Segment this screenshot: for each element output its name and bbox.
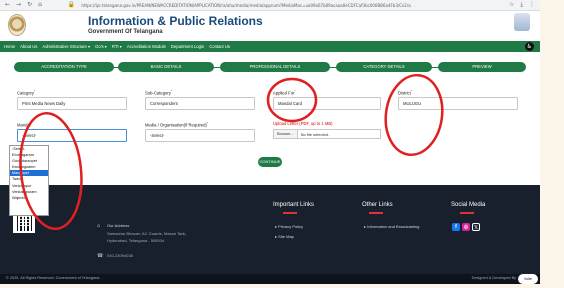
site-header: Information & Public Relations Governmen…	[0, 11, 540, 41]
wizard-tabs: ACCREDITATION TYPE BASIC DETAILS PROFESS…	[14, 62, 526, 72]
social-media-title: Social Media	[451, 202, 486, 208]
category-label: Category*	[17, 89, 36, 96]
accessibility-icon[interactable]: ♿	[525, 42, 534, 51]
social-media-underline	[460, 212, 474, 214]
site-map-link[interactable]: ▸ Site Map	[275, 234, 294, 239]
upload-letter-label: Upload Letter (PDF, up to 1 MB)	[273, 121, 333, 126]
home-icon[interactable]: ⌂	[38, 2, 42, 8]
nav-contact-us[interactable]: Contact Us	[209, 44, 230, 49]
subcategory-label: Sub-Category*	[145, 89, 173, 96]
nav-administrative-structure[interactable]: Administrative Structure ▾	[42, 44, 90, 49]
privacy-policy-link[interactable]: ▸ Privacy Policy	[275, 224, 303, 229]
copyright-text: © 2025. All Rights Reserved. Government …	[6, 276, 101, 280]
x-icon[interactable]: 𝕏	[472, 223, 480, 231]
applied-for-label: Applied For*	[273, 89, 296, 96]
address-line: Samachar Bhavan, AC Guards, Masab Tank,	[107, 231, 187, 236]
continue-button[interactable]: CONTINUE	[258, 157, 282, 167]
bookmark-star-icon[interactable]: ☆	[509, 2, 514, 8]
lock-icon: 🔒	[67, 1, 76, 8]
nav-home[interactable]: Home	[4, 44, 15, 49]
phone-icon: ☎	[97, 253, 104, 259]
download-icon[interactable]: ⤓	[520, 2, 523, 8]
file-status-text: No file selected.	[300, 131, 330, 137]
designed-by-text: Designed & Developed By	[471, 276, 516, 280]
menu-icon[interactable]: ⋮	[529, 2, 535, 8]
mandal-label: Mandal*	[17, 121, 32, 128]
mandal-select[interactable]: -Select-	[17, 129, 127, 142]
reload-icon[interactable]: ↻	[27, 2, 32, 8]
location-icon: ⌂	[97, 223, 101, 229]
nav-gos[interactable]: Go's ▾	[95, 44, 107, 49]
forward-icon[interactable]: →	[16, 2, 21, 8]
chat-widget-badge[interactable]: Volte	[518, 274, 538, 284]
other-links-underline	[369, 212, 383, 214]
mandal-dropdown-list: -Select- Eturnagaram Govindaraopet Kanna…	[9, 145, 49, 216]
information-broadcasting-link[interactable]: ▸ Information and Broadcasting	[364, 224, 419, 229]
browser-window: ← → ↻ ⌂ 🔒 https://ipr.telangana.gov.in/P…	[0, 0, 540, 284]
nav-department-login[interactable]: Department Login	[171, 44, 204, 49]
tab-accreditation-type[interactable]: ACCREDITATION TYPE	[14, 62, 114, 72]
applied-for-select[interactable]: Mandal Card	[273, 97, 381, 110]
site-footer: ⌂ Our Address Samachar Bhavan, AC Guards…	[0, 185, 540, 274]
other-links-title: Other Links	[362, 202, 393, 208]
address-title: Our Address	[107, 223, 130, 228]
nav-about-us[interactable]: About Us	[20, 44, 37, 49]
media-organisation-select[interactable]: -Select-	[145, 129, 255, 142]
site-title: Information & Public Relations	[88, 14, 263, 28]
tab-basic-details[interactable]: BASIC DETAILS	[118, 62, 214, 72]
site-subtitle: Government Of Telangana	[88, 29, 163, 35]
category-select[interactable]: Print Media News Daily	[17, 97, 127, 110]
telangana-emblem-logo[interactable]	[8, 14, 26, 36]
instagram-icon[interactable]: ◎	[462, 223, 470, 231]
upload-letter-file-input[interactable]: Browse... No file selected.	[273, 129, 381, 139]
browser-toolbar: ← → ↻ ⌂ 🔒 https://ipr.telangana.gov.in/P…	[0, 0, 540, 11]
chief-minister-photo	[514, 13, 530, 31]
media-organisation-label: Media / Organisation(If Required)*	[145, 121, 209, 128]
mandal-option[interactable]: Wajedu	[10, 195, 48, 201]
address-bar[interactable]: https://ipr.telangana.gov.in/PREAN/NEWAC…	[81, 2, 411, 9]
phone-number: 040-23094038	[107, 253, 133, 258]
browse-button[interactable]: Browse...	[274, 130, 298, 138]
tab-category-details[interactable]: CATEGORY DETAILS	[336, 62, 432, 72]
nav-accreditation-module[interactable]: Accreditation Module	[127, 44, 166, 49]
address-line: Hyderabad, Telangana - 500004	[107, 238, 165, 243]
facebook-icon[interactable]: f	[452, 223, 460, 231]
tab-professional-details[interactable]: PROFESSIONAL DETAILS	[220, 62, 330, 72]
important-links-underline	[283, 212, 297, 214]
district-label: District*	[398, 89, 412, 96]
main-nav: Home About Us Administrative Structure ▾…	[0, 41, 540, 52]
important-links-title: Important Links	[273, 202, 315, 208]
page-background: ← → ↻ ⌂ 🔒 https://ipr.telangana.gov.in/P…	[0, 0, 564, 288]
district-select[interactable]: MULUGU	[398, 97, 518, 110]
footer-bottom-bar: © 2025. All Rights Reserved. Government …	[0, 274, 540, 284]
subcategory-select[interactable]: Correspondent	[145, 97, 255, 110]
nav-rti[interactable]: RTI ▾	[112, 44, 122, 49]
back-icon[interactable]: ←	[5, 2, 10, 8]
tab-preview[interactable]: PREVIEW	[438, 62, 526, 72]
